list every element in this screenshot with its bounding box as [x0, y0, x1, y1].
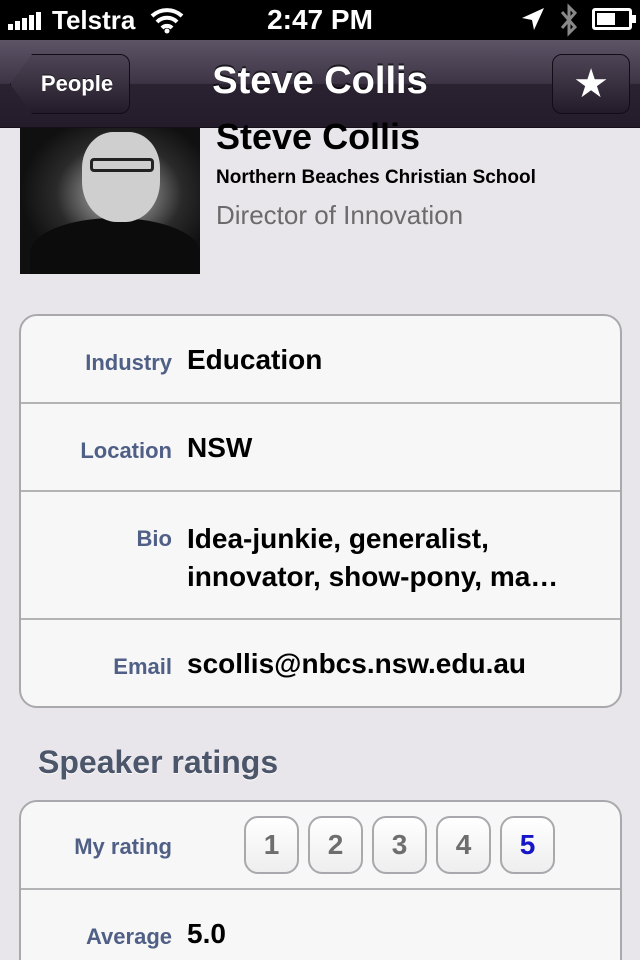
- info-row-email[interactable]: Email scollis@nbcs.nsw.edu.au: [21, 620, 620, 706]
- bio-value: Idea-junkie, generalist, innovator, show…: [187, 523, 559, 592]
- info-row-bio[interactable]: Bio Idea-junkie, generalist, innovator, …: [21, 492, 620, 620]
- bluetooth-icon: [560, 3, 578, 37]
- rating-selector: 1 2 3 4 5: [244, 816, 555, 874]
- rating-button-4[interactable]: 4: [436, 816, 491, 874]
- ratings-table: My rating 1 2 3 4 5 Average 5.0: [19, 800, 622, 960]
- profile-role: Director of Innovation: [216, 200, 464, 230]
- battery-icon: [592, 8, 636, 30]
- info-row-industry: Industry Education: [21, 316, 620, 404]
- profile-organization: Northern Beaches Christian School: [216, 167, 536, 188]
- my-rating-row: My rating 1 2 3 4 5: [21, 802, 620, 890]
- email-label: Email: [113, 654, 172, 679]
- rating-button-3[interactable]: 3: [372, 816, 427, 874]
- average-label: Average: [85, 924, 172, 949]
- bio-label: Bio: [136, 526, 172, 551]
- rating-button-5[interactable]: 5: [500, 816, 555, 874]
- profile-name: Steve Collis: [216, 116, 421, 157]
- nav-title: Steve Collis: [212, 60, 428, 102]
- info-table: Industry Education Location NSW Bio Idea…: [19, 314, 622, 708]
- location-value: NSW: [187, 432, 253, 463]
- status-bar: Telstra 2:47 PM: [0, 0, 640, 40]
- email-value[interactable]: scollis@nbcs.nsw.edu.au: [187, 648, 600, 680]
- rating-button-2[interactable]: 2: [308, 816, 363, 874]
- info-row-location: Location NSW: [21, 404, 620, 492]
- industry-value: Education: [187, 344, 323, 375]
- industry-label: Industry: [85, 350, 172, 375]
- speaker-ratings-header: Speaker ratings: [38, 744, 279, 780]
- location-arrow-icon: [522, 8, 544, 30]
- avatar: [20, 128, 200, 274]
- my-rating-label: My rating: [74, 834, 172, 859]
- star-icon: ★: [573, 62, 609, 106]
- location-label: Location: [80, 438, 172, 463]
- favorite-button[interactable]: ★: [552, 54, 630, 114]
- average-rating-row: Average 5.0: [21, 890, 620, 960]
- rating-button-1[interactable]: 1: [244, 816, 299, 874]
- navigation-bar: People Steve Collis ★: [0, 40, 640, 128]
- average-value: 5.0: [187, 918, 226, 949]
